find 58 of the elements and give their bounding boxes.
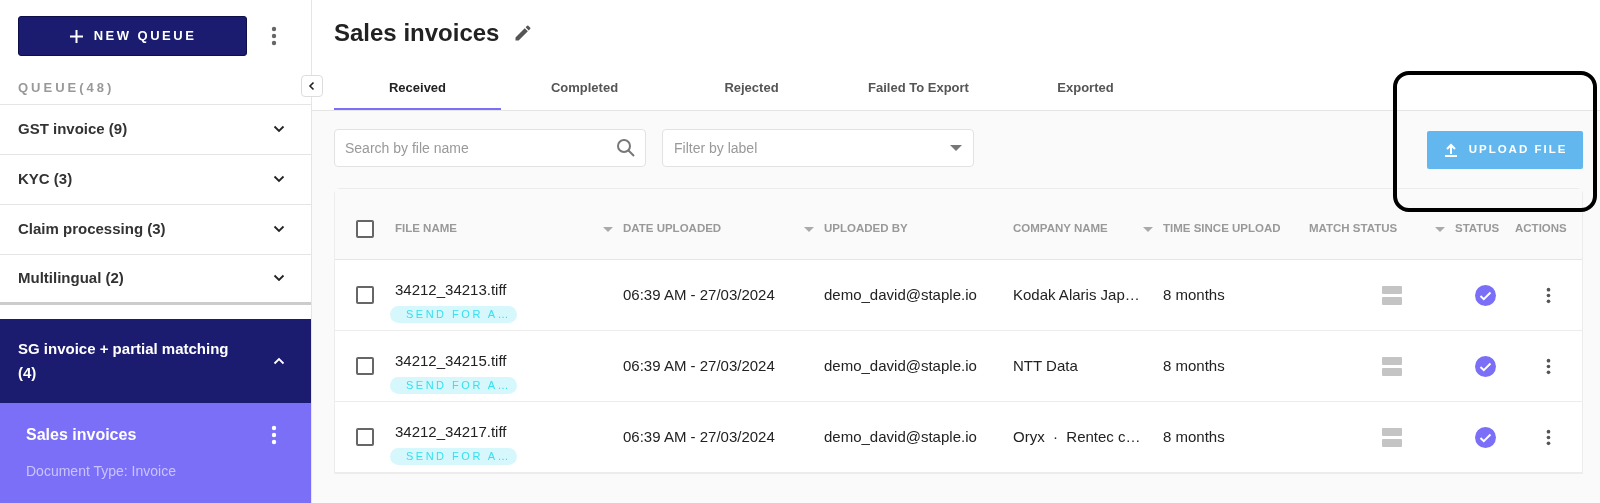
page-title: Sales invoices <box>334 18 500 48</box>
status-tag: SEND FOR A… <box>390 447 517 465</box>
search-field[interactable]: Search by file name <box>334 129 646 167</box>
tab[interactable]: Exported <box>1002 68 1169 110</box>
uploader-email: demo_david@staple.io <box>824 284 978 305</box>
upload-date: 06:39 AM - 27/03/2024 <box>623 355 776 376</box>
more-actions-icon[interactable] <box>1546 428 1551 446</box>
sub-queue-label: Sales invoices <box>26 424 137 445</box>
upload-icon <box>1442 142 1459 158</box>
company-name: NTT Data <box>1013 355 1079 376</box>
tab[interactable]: Rejected <box>668 68 835 110</box>
chevron-up-icon <box>273 356 285 365</box>
chevron-left-icon <box>307 81 317 91</box>
plus-icon <box>68 28 84 44</box>
queue-item[interactable]: SG invoice + partial matching (4) <box>0 318 311 403</box>
time-since-upload: 8 months <box>1163 355 1226 376</box>
time-since-upload: 8 months <box>1163 284 1226 305</box>
checkbox[interactable] <box>356 357 374 375</box>
match-status-icon <box>1382 285 1402 305</box>
match-status-icon <box>1382 356 1402 376</box>
match-status-icon <box>1382 427 1402 447</box>
file-name[interactable]: 34212_34213.tiff <box>395 279 507 302</box>
chevron-down-icon <box>273 274 285 282</box>
sub-queue-item[interactable]: Sales invoices Document Type: Invoice <box>0 402 311 503</box>
more-actions-icon[interactable] <box>1546 286 1551 304</box>
checkbox[interactable] <box>356 428 374 446</box>
more-actions-icon[interactable] <box>1546 357 1551 375</box>
queue-item[interactable]: Multilingual (2) <box>0 254 311 305</box>
company-name: Kodak Alaris Jap… <box>1013 284 1141 305</box>
label-filter-field[interactable]: Filter by label <box>662 129 974 167</box>
collapse-sidebar-button[interactable] <box>301 75 323 97</box>
status-tag: SEND FOR A… <box>390 305 517 323</box>
checkbox[interactable] <box>356 220 374 238</box>
queue-item[interactable]: KYC (3) <box>0 154 311 205</box>
queue-item[interactable]: Claim processing (3) <box>0 204 311 255</box>
document-type-label: Document Type: Invoice <box>26 461 177 481</box>
checkbox[interactable] <box>356 286 374 304</box>
more-options-icon[interactable] <box>271 424 277 445</box>
company-name: Oryx · Rentec c… <box>1013 426 1142 447</box>
dropdown-caret-icon <box>950 145 962 151</box>
tab[interactable]: Completed <box>501 68 668 110</box>
chevron-down-icon <box>273 225 285 233</box>
time-since-upload: 8 months <box>1163 426 1226 447</box>
upload-date: 06:39 AM - 27/03/2024 <box>623 284 776 305</box>
file-name[interactable]: 34212_34215.tiff <box>395 350 507 373</box>
file-name[interactable]: 34212_34217.tiff <box>395 421 507 444</box>
queue-heading: QUEUE(48) <box>17 79 116 97</box>
queue-item[interactable]: GST invoice (9) <box>0 104 311 155</box>
search-icon <box>616 138 636 158</box>
tab[interactable]: Failed To Export <box>835 68 1002 110</box>
more-options-icon[interactable] <box>271 26 277 46</box>
uploader-email: demo_david@staple.io <box>824 355 978 376</box>
upload-date: 06:39 AM - 27/03/2024 <box>623 426 776 447</box>
uploader-email: demo_david@staple.io <box>824 426 978 447</box>
status-tag: SEND FOR A… <box>390 376 517 394</box>
chevron-down-icon <box>273 125 285 133</box>
new-queue-button[interactable]: NEW QUEUE <box>18 16 247 56</box>
chevron-down-icon <box>273 175 285 183</box>
